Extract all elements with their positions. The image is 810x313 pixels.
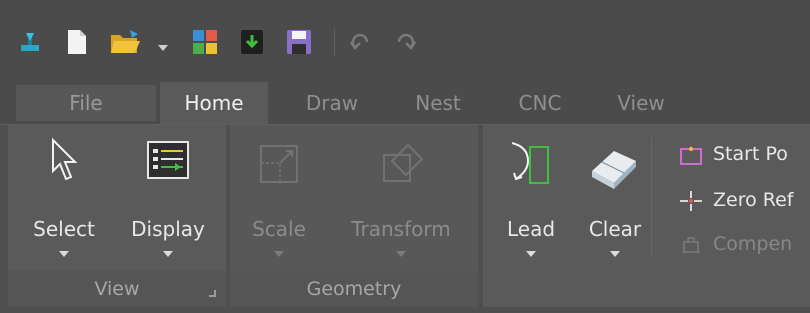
group-geometry: Scale Transform Geometry	[230, 125, 478, 307]
new-file-icon[interactable]	[66, 29, 88, 59]
crosshair-icon	[680, 191, 702, 211]
display-label: Display	[131, 217, 205, 241]
start-point-label: Start Po	[713, 143, 788, 165]
group-cnc: Lead Clear Start Po Zero Ref Compen	[483, 125, 810, 307]
select-label: Select	[33, 217, 95, 241]
tab-draw[interactable]: Draw	[290, 82, 374, 124]
toolbar-separator	[334, 28, 335, 56]
zero-ref-label: Zero Ref	[713, 189, 794, 211]
transform-icon	[383, 143, 424, 182]
quick-access-toolbar	[0, 0, 810, 82]
tab-home[interactable]: Home	[160, 82, 268, 124]
clear-dropdown-icon	[610, 251, 620, 257]
app-icon[interactable]	[18, 29, 42, 59]
lead-dropdown-icon	[526, 251, 536, 257]
tab-nest[interactable]: Nest	[398, 82, 478, 124]
clear-label: Clear	[588, 217, 642, 241]
layout-icon[interactable]	[192, 29, 218, 59]
undo-icon[interactable]	[349, 33, 372, 55]
start-point-icon	[680, 145, 702, 165]
cnc-separator	[651, 137, 652, 257]
view-group-title: View	[94, 278, 140, 300]
select-dropdown-icon	[59, 251, 69, 257]
group-label-view: View	[8, 271, 226, 307]
scale-dropdown-icon	[274, 251, 284, 257]
ribbon-tab-bar: File Home Draw Nest CNC View	[0, 82, 810, 124]
compensation-label: Compen	[713, 233, 793, 255]
ribbon-panel: Select Display View Scale Transform Geom…	[0, 124, 810, 313]
geometry-group-title: Geometry	[306, 278, 402, 300]
display-dropdown-icon	[163, 251, 173, 257]
display-list-icon	[147, 141, 189, 179]
dialog-launcher-icon[interactable]	[209, 290, 216, 297]
redo-icon[interactable]	[394, 33, 417, 55]
transform-dropdown-icon	[396, 251, 406, 257]
cursor-arrow-icon	[52, 137, 78, 181]
open-folder-icon[interactable]	[110, 29, 140, 59]
lead-label: Lead	[506, 217, 556, 241]
dropdown-icon[interactable]	[158, 38, 168, 57]
scale-label: Scale	[252, 217, 306, 241]
tab-view[interactable]: View	[600, 82, 682, 124]
save-icon[interactable]	[286, 29, 312, 59]
transform-label: Transform	[351, 217, 451, 241]
compensation-icon	[682, 237, 700, 253]
group-view: Select Display View	[8, 125, 226, 307]
export-icon[interactable]	[240, 29, 264, 59]
tab-file[interactable]: File	[16, 85, 156, 121]
group-label-geometry: Geometry	[230, 271, 478, 307]
eraser-icon	[592, 151, 636, 189]
tab-cnc[interactable]: CNC	[502, 82, 578, 124]
lead-icon	[511, 142, 549, 184]
scale-icon	[260, 145, 298, 183]
